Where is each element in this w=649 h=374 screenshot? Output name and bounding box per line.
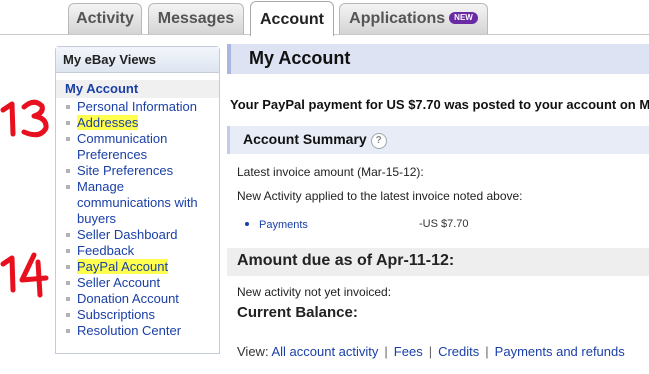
bullet (66, 313, 70, 317)
account-summary-title: Account Summary (243, 131, 367, 147)
new-badge: NEW (449, 12, 478, 24)
tab-bar: Activity Messages Account Applications NE… (0, 0, 649, 40)
bullet (66, 265, 70, 269)
sidebar-item-paypal-account[interactable]: PayPal Account (56, 259, 219, 275)
bullet (66, 137, 70, 141)
sidebar-item-resolution-center[interactable]: Resolution Center (56, 323, 219, 339)
sidebar-item-label: Resolution Center (77, 323, 182, 338)
sidebar-item-subscriptions[interactable]: Subscriptions (56, 307, 219, 323)
credits-link[interactable]: Credits (438, 344, 479, 359)
tab-applications[interactable]: Applications NEW (339, 3, 488, 34)
sidebar-item-label: Communication Preferences (77, 131, 168, 162)
bullet (66, 169, 70, 173)
bullet (66, 185, 70, 189)
bullet (66, 281, 70, 285)
bullet (66, 233, 70, 237)
payments-link[interactable]: Payments (259, 219, 308, 231)
separator: | (384, 344, 388, 359)
amount-due-header: Amount due as of Apr-11-12: (227, 248, 649, 276)
bullet (66, 121, 70, 125)
sidebar-item-seller-account[interactable]: Seller Account (56, 275, 219, 291)
sidebar-item-donation-account[interactable]: Donation Account (56, 291, 219, 307)
annotation-13 (0, 99, 49, 138)
sidebar-item-feedback[interactable]: Feedback (56, 243, 219, 259)
account-summary-header: Account Summary? (227, 126, 649, 154)
sidebar-item-label: Feedback (77, 243, 135, 258)
separator: | (485, 344, 489, 359)
fees-link[interactable]: Fees (394, 344, 423, 359)
sidebar-nav-list: Personal Information Addresses Communica… (56, 99, 219, 339)
sidebar-item-label: Site Preferences (77, 163, 174, 178)
all-account-activity-link[interactable]: All account activity (271, 344, 378, 359)
sidebar-item-seller-dashboard[interactable]: Seller Dashboard (56, 227, 219, 243)
payments-and-refunds-link[interactable]: Payments and refunds (495, 344, 625, 359)
payments-amount: -US $7.70 (419, 218, 469, 230)
sidebar-item-label: Donation Account (77, 291, 179, 306)
page-title: My Account (227, 44, 649, 74)
separator: | (428, 344, 433, 359)
bullet (66, 105, 70, 109)
sidebar-item-manage-communications[interactable]: Manage communications with buyers (56, 179, 219, 227)
sidebar-item-addresses[interactable]: Addresses (56, 115, 219, 131)
tab-applications-label: Applications (349, 10, 446, 27)
current-balance-label: Current Balance: (237, 304, 358, 321)
sidebar-item-site-preferences[interactable]: Site Preferences (56, 163, 219, 179)
view-label: View: (237, 344, 269, 359)
sidebar-item-label: PayPal Account (77, 259, 169, 274)
sidebar-item-my-account[interactable]: My Account (56, 80, 219, 98)
annotation-14 (0, 252, 49, 298)
bullet (66, 329, 70, 333)
tab-messages[interactable]: Messages (148, 3, 244, 34)
help-icon[interactable]: ? (370, 133, 387, 149)
sidebar-item-label: Personal Information (77, 99, 197, 114)
bullet (245, 222, 249, 226)
payments-row[interactable]: Payments (245, 219, 308, 231)
sidebar-item-communication-preferences[interactable]: Communication Preferences (56, 131, 219, 163)
sidebar-item-label: Addresses (77, 115, 139, 130)
bullet (66, 297, 70, 301)
sidebar-item-label: Seller Dashboard (77, 227, 178, 242)
sidebar-item-label: Seller Account (77, 275, 161, 290)
sidebar-item-label: Manage communications with buyers (77, 179, 198, 226)
not-invoiced-label: New activity not yet invoiced: (237, 285, 392, 299)
panel-title: My eBay Views (56, 47, 219, 73)
new-activity-label: New Activity applied to the latest invoi… (237, 189, 523, 203)
tab-account[interactable]: Account (250, 1, 334, 36)
my-ebay-views-panel: My eBay Views My Account Personal Inform… (55, 46, 220, 354)
view-links: View: All account activity | Fees | Credits |… (237, 344, 625, 359)
sidebar-item-label: Subscriptions (77, 307, 156, 322)
main-content: My Account Your PayPal payment for US $7… (227, 44, 649, 374)
payment-notice: Your PayPal payment for US $7.70 was pos… (230, 97, 649, 112)
latest-invoice-label: Latest invoice amount (Mar-15-12): (237, 165, 424, 179)
sidebar-item-personal-information[interactable]: Personal Information (56, 99, 219, 115)
tab-activity[interactable]: Activity (68, 3, 142, 34)
bullet (66, 249, 70, 253)
